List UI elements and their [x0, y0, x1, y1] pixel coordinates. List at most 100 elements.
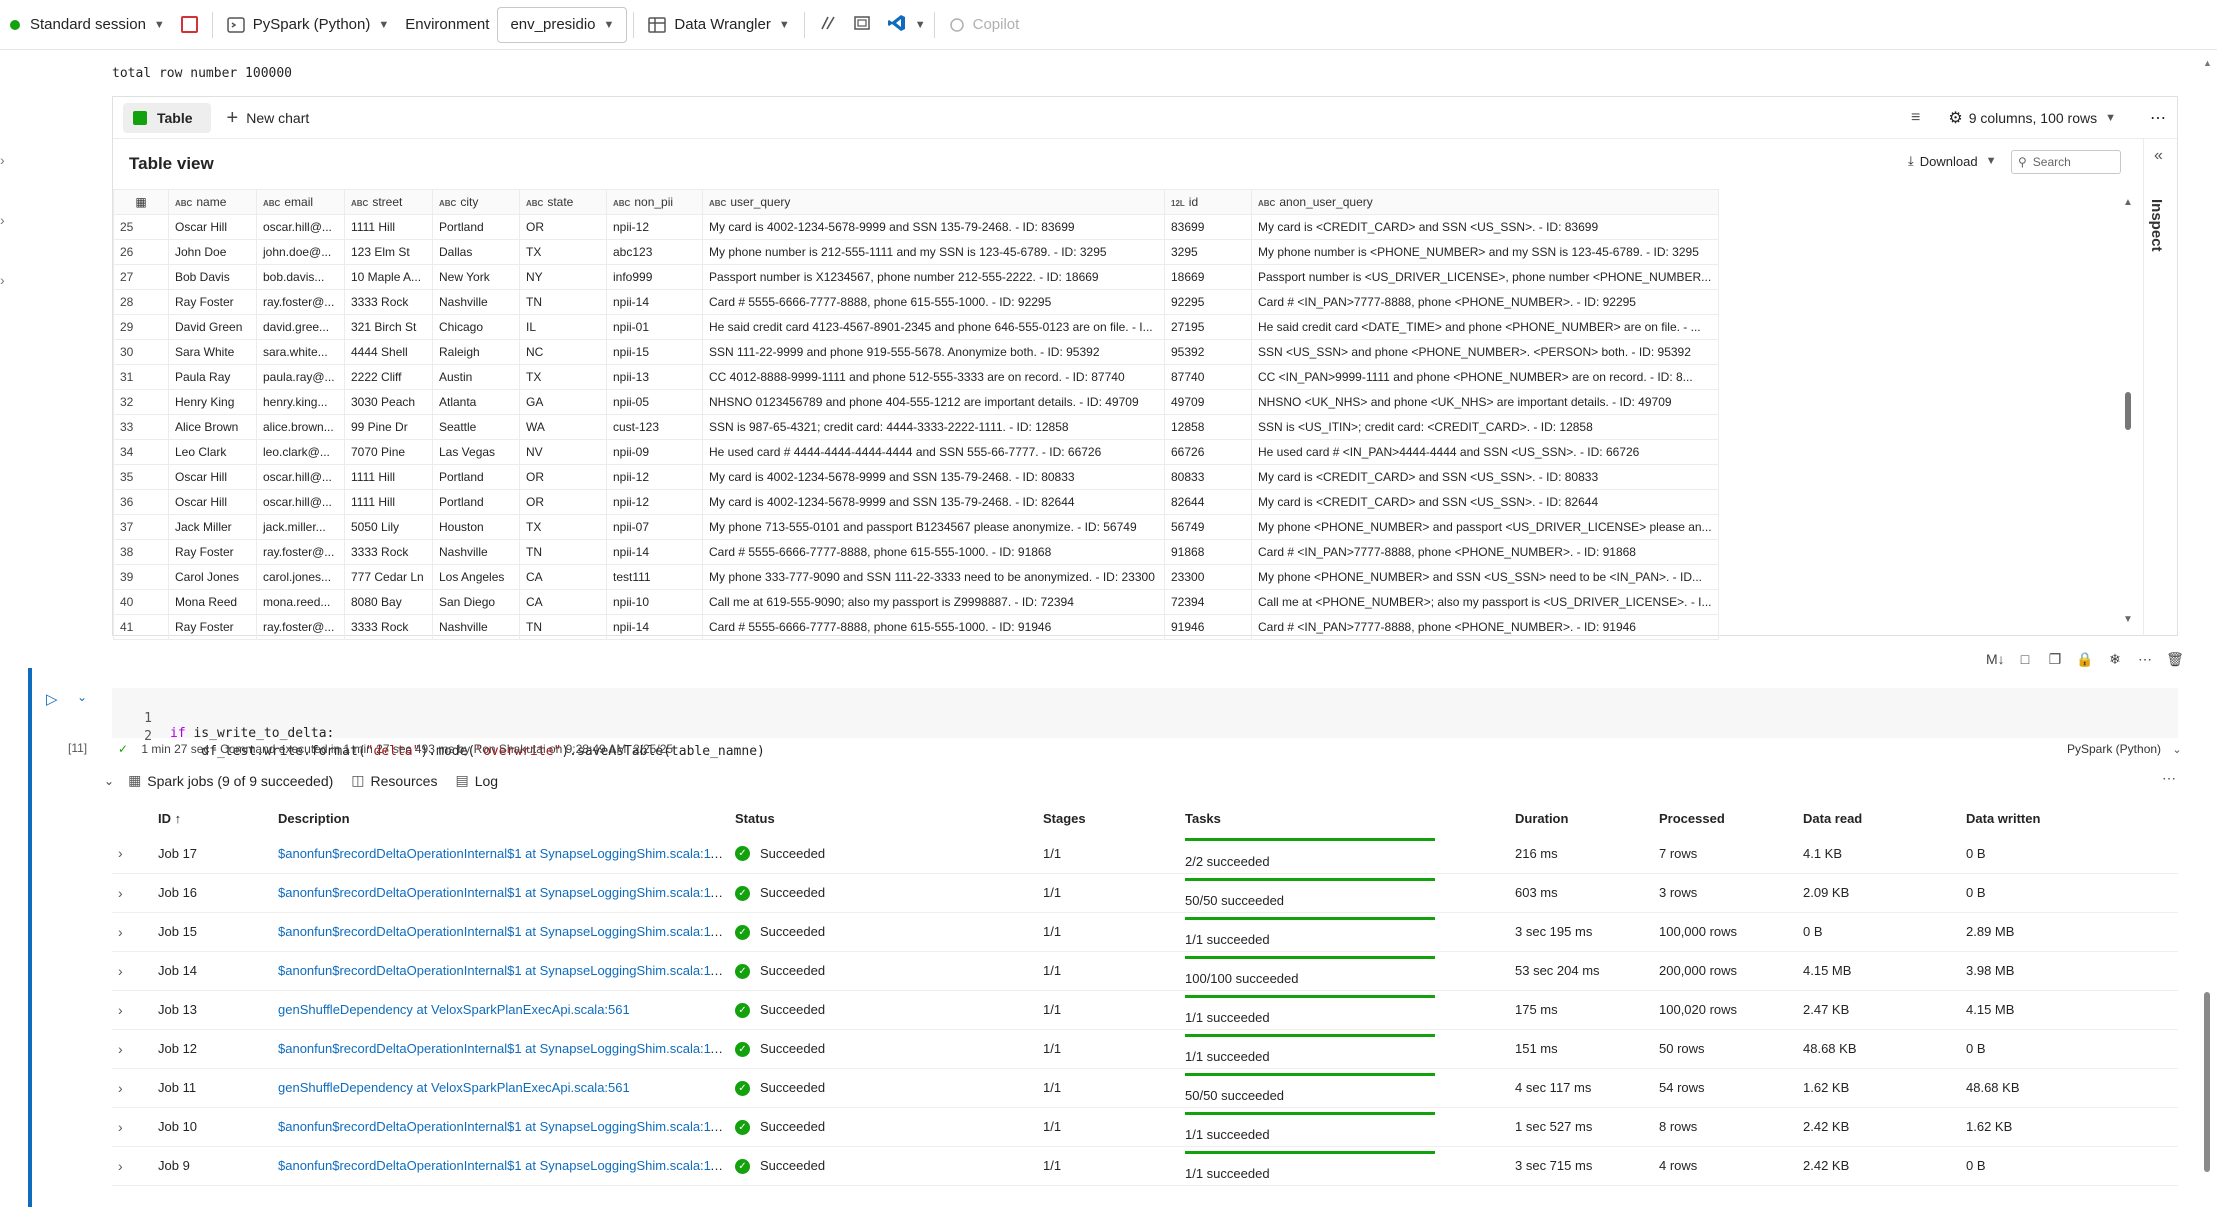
delete-icon[interactable]: 🗑: [2166, 651, 2184, 668]
markdown-icon[interactable]: M↓: [1986, 651, 2005, 668]
table-row[interactable]: 39 Carol Jones carol.jones... 777 Cedar Ln L…: [113, 564, 1719, 590]
more-options-icon[interactable]: ⋯: [2162, 770, 2176, 787]
language-selector[interactable]: PySpark (Python) ▼: [219, 7, 397, 43]
table-scrollbar[interactable]: ▲ ▼: [2116, 189, 2138, 629]
collapse-icon[interactable]: «: [2154, 147, 2163, 165]
jobs-column-header[interactable]: Data written: [1960, 802, 2178, 834]
chevron-right-icon[interactable]: ›: [0, 152, 5, 168]
chevron-right-icon[interactable]: ›: [112, 1068, 152, 1108]
filter-icon[interactable]: ≡: [1911, 109, 1920, 127]
scroll-up-icon[interactable]: ▲: [2203, 58, 2212, 68]
comment-icon[interactable]: □: [2016, 651, 2034, 668]
job-row[interactable]: › Job 14 $anonfun$recordDeltaOperationInte…: [112, 951, 2178, 991]
vscode-button[interactable]: ▼: [879, 7, 928, 43]
column-header-7[interactable]: 12L id: [1164, 189, 1252, 215]
table-row[interactable]: 26 John Doe john.doe@... 123 Elm St Dallas TX…: [113, 239, 1719, 265]
chevron-right-icon[interactable]: ›: [112, 834, 152, 874]
stop-session-button[interactable]: [173, 7, 206, 43]
table-row[interactable]: 40 Mona Reed mona.reed... 8080 Bay San Diego…: [113, 589, 1719, 615]
table-row[interactable]: 31 Paula Ray paula.ray@... 2222 Cliff Austin…: [113, 364, 1719, 390]
jobs-column-header[interactable]: Stages: [1037, 802, 1179, 834]
job-row[interactable]: › Job 16 $anonfun$recordDeltaOperationInte…: [112, 873, 2178, 913]
table-row[interactable]: 33 Alice Brown alice.brown... 99 Pine Dr Sea…: [113, 414, 1719, 440]
table-row[interactable]: 37 Jack Miller jack.miller... 5050 Lily Hous…: [113, 514, 1719, 540]
page-scrollbar-thumb[interactable]: [2204, 992, 2210, 1172]
full-screen-button[interactable]: [845, 7, 879, 43]
chevron-down-icon[interactable]: ⌄: [77, 690, 87, 704]
jobs-column-header[interactable]: Tasks: [1179, 802, 1509, 834]
jobs-column-header[interactable]: ID ↑: [152, 802, 272, 834]
chevron-down-icon[interactable]: ⌄: [104, 774, 114, 788]
job-row[interactable]: › Job 13 genShuffleDependency at VeloxSpar…: [112, 990, 2178, 1030]
jobs-column-header[interactable]: Description: [272, 802, 729, 834]
variables-button[interactable]: [811, 7, 845, 43]
table-row[interactable]: 32 Henry King henry.king... 3030 Peach Atlan…: [113, 389, 1719, 415]
column-header-6[interactable]: ABC user_query: [702, 189, 1165, 215]
log-tab[interactable]: ▤ Log: [455, 772, 498, 789]
chevron-right-icon[interactable]: ›: [112, 1107, 152, 1147]
job-description-link[interactable]: genShuffleDependency at VeloxSparkPlanEx…: [278, 1002, 630, 1017]
table-row[interactable]: 35 Oscar Hill oscar.hill@... 1111 Hill Portl…: [113, 464, 1719, 490]
job-description-link[interactable]: $anonfun$recordDeltaOperationInternal$1 …: [278, 1041, 723, 1056]
cell-language-selector[interactable]: PySpark (Python) ⌄: [2067, 742, 2182, 756]
job-description-link[interactable]: $anonfun$recordDeltaOperationInternal$1 …: [278, 1119, 723, 1134]
column-header-4[interactable]: ABC state: [519, 189, 607, 215]
column-header-5[interactable]: ABC non_pii: [606, 189, 703, 215]
download-button[interactable]: ⤓ Download ▼: [1908, 153, 1996, 169]
chevron-right-icon[interactable]: ›: [112, 1146, 152, 1186]
copy-icon[interactable]: ❐: [2046, 651, 2064, 668]
tab-table[interactable]: Table: [123, 102, 211, 133]
search-input[interactable]: ⚲ Search: [2011, 150, 2121, 174]
job-row[interactable]: › Job 11 genShuffleDependency at VeloxSpar…: [112, 1068, 2178, 1108]
column-header-1[interactable]: ABC email: [256, 189, 345, 215]
table-row[interactable]: 38 Ray Foster ray.foster@... 3333 Rock Nashv…: [113, 539, 1719, 565]
more-options-icon[interactable]: ⋯: [2150, 108, 2167, 128]
job-description-link[interactable]: $anonfun$recordDeltaOperationInternal$1 …: [278, 885, 723, 900]
session-selector[interactable]: Standard session ▼: [0, 7, 173, 43]
run-cell-icon[interactable]: ▷: [46, 690, 58, 708]
environment-selector[interactable]: env_presidio ▼: [497, 6, 628, 43]
freeze-icon[interactable]: ❄: [2106, 651, 2124, 668]
job-row[interactable]: › Job 9 $anonfun$recordDeltaOperationInter…: [112, 1146, 2178, 1186]
code-editor[interactable]: 1 if is_write_to_delta: 2 df_test.write.…: [112, 688, 2178, 759]
table-row[interactable]: 30 Sara White sara.white... 4444 Shell Ralei…: [113, 339, 1719, 365]
column-header-2[interactable]: ABC street: [344, 189, 433, 215]
table-row[interactable]: 27 Bob Davis bob.davis... 10 Maple A... New …: [113, 264, 1719, 290]
scroll-up-icon[interactable]: ▲: [2123, 197, 2133, 208]
job-description-link[interactable]: $anonfun$recordDeltaOperationInternal$1 …: [278, 1158, 723, 1173]
table-row[interactable]: 36 Oscar Hill oscar.hill@... 1111 Hill Portl…: [113, 489, 1719, 515]
page-scrollbar[interactable]: ▲: [2199, 52, 2217, 1207]
jobs-column-header[interactable]: Status: [729, 802, 1037, 834]
column-header-8[interactable]: ABC anon_user_query: [1251, 189, 1719, 215]
jobs-column-header[interactable]: Data read: [1797, 802, 1960, 834]
data-wrangler-button[interactable]: Data Wrangler ▼: [640, 7, 797, 43]
resources-tab[interactable]: ◫ Resources: [351, 772, 437, 789]
chevron-right-icon[interactable]: ›: [0, 272, 5, 288]
table-row[interactable]: 29 David Green david.gree... 321 Birch St Ch…: [113, 314, 1719, 340]
job-row[interactable]: › Job 15 $anonfun$recordDeltaOperationInte…: [112, 912, 2178, 952]
new-chart-button[interactable]: + New chart: [227, 108, 310, 128]
job-row[interactable]: › Job 17 $anonfun$recordDeltaOperationInte…: [112, 834, 2178, 874]
column-header-3[interactable]: ABC city: [432, 189, 520, 215]
column-header-0[interactable]: ABC name: [168, 189, 257, 215]
job-description-link[interactable]: $anonfun$recordDeltaOperationInternal$1 …: [278, 924, 723, 939]
table-row[interactable]: 28 Ray Foster ray.foster@... 3333 Rock Nashv…: [113, 289, 1719, 315]
gear-icon[interactable]: ⚙: [1948, 108, 1962, 128]
job-description-link[interactable]: $anonfun$recordDeltaOperationInternal$1 …: [278, 846, 723, 861]
table-row[interactable]: 34 Leo Clark leo.clark@... 7070 Pine Las Veg…: [113, 439, 1719, 465]
table-row[interactable]: 25 Oscar Hill oscar.hill@... 1111 Hill Portl…: [113, 214, 1719, 240]
chevron-right-icon[interactable]: ›: [112, 873, 152, 913]
chevron-right-icon[interactable]: ›: [112, 1029, 152, 1069]
inspect-pane[interactable]: « Inspect: [2143, 139, 2179, 636]
job-row[interactable]: › Job 10 $anonfun$recordDeltaOperationInte…: [112, 1107, 2178, 1147]
copilot-button[interactable]: Copilot: [941, 7, 1028, 43]
jobs-column-header[interactable]: Processed: [1653, 802, 1797, 834]
chevron-right-icon[interactable]: ›: [0, 212, 5, 228]
table-row[interactable]: 41 Ray Foster ray.foster@... 3333 Rock Nashv…: [113, 614, 1719, 640]
chevron-right-icon[interactable]: ›: [112, 912, 152, 952]
jobs-column-header[interactable]: Duration: [1509, 802, 1653, 834]
job-description-link[interactable]: $anonfun$recordDeltaOperationInternal$1 …: [278, 963, 723, 978]
lock-icon[interactable]: 🔒: [2076, 651, 2094, 668]
job-description-link[interactable]: genShuffleDependency at VeloxSparkPlanEx…: [278, 1080, 630, 1095]
chevron-right-icon[interactable]: ›: [112, 951, 152, 991]
